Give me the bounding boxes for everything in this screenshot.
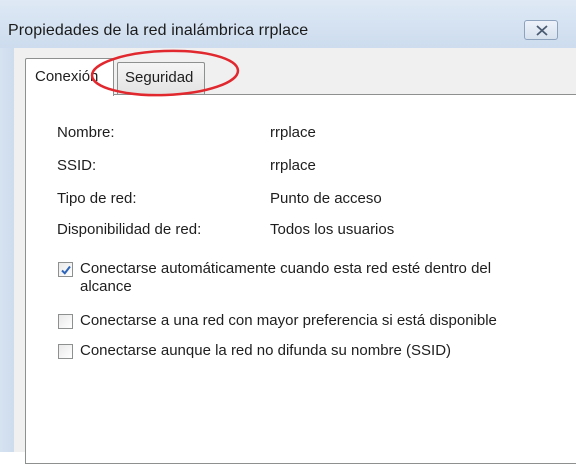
window-title: Propiedades de la red inalámbrica rrplac… (8, 22, 309, 39)
auto-connect-option[interactable]: Conectarse automáticamente cuando esta r… (58, 260, 548, 298)
highlight-ellipse (90, 49, 240, 97)
prefer-network-checkbox[interactable] (58, 314, 73, 329)
close-icon (536, 25, 548, 36)
auto-connect-checkbox[interactable] (58, 262, 73, 277)
name-label: Nombre: (57, 124, 115, 141)
title-bar[interactable]: Propiedades de la red inalámbrica rrplac… (0, 0, 576, 48)
hidden-ssid-label: Conectarse aunque la red no difunda su n… (80, 342, 452, 359)
network-availability-value: Todos los usuarios (270, 221, 395, 238)
prefer-network-label: Conectarse a una red con mayor preferenc… (80, 312, 497, 329)
auto-connect-label: Conectarse automáticamente cuando esta r… (80, 260, 492, 295)
prefer-network-option[interactable]: Conectarse a una red con mayor preferenc… (58, 312, 548, 332)
wireless-properties-window: Propiedades de la red inalámbrica rrplac… (0, 0, 576, 464)
name-value: rrplace (270, 124, 316, 141)
network-availability-label: Disponibilidad de red: (57, 221, 202, 238)
ssid-value: rrplace (270, 157, 316, 174)
network-type-value: Punto de acceso (270, 190, 382, 207)
checkmark-icon (61, 265, 71, 275)
ssid-label: SSID: (57, 157, 97, 174)
window-frame-left (0, 48, 14, 452)
network-type-label: Tipo de red: (57, 190, 137, 207)
hidden-ssid-option[interactable]: Conectarse aunque la red no difunda su n… (58, 342, 548, 362)
hidden-ssid-checkbox[interactable] (58, 344, 73, 359)
close-button[interactable] (524, 20, 558, 40)
